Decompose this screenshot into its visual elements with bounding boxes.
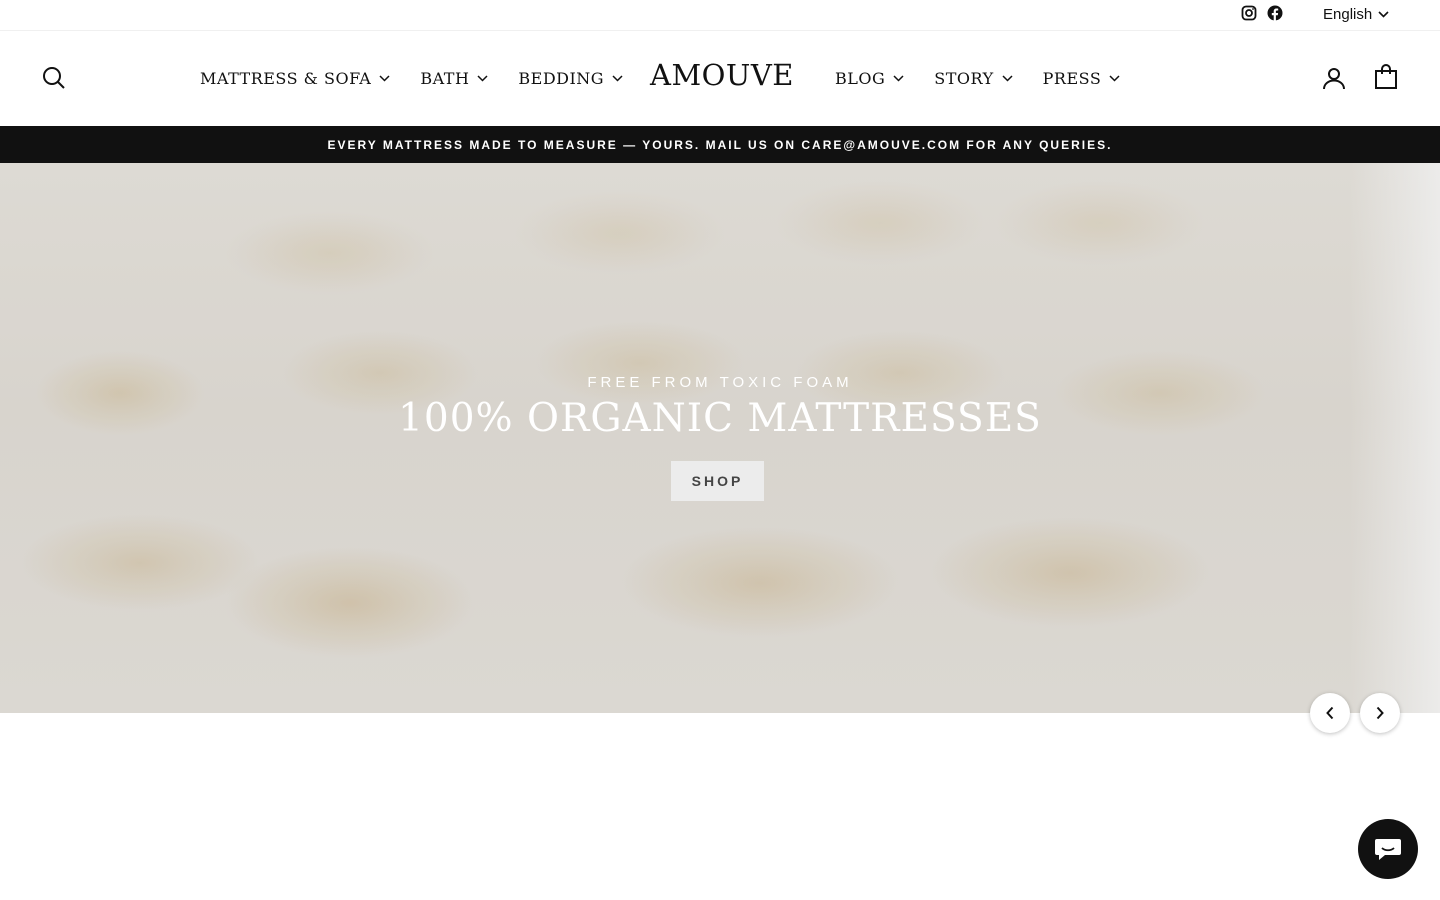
chevron-left-icon xyxy=(1326,706,1334,720)
announcement-text: EVERY MATTRESS MADE TO MEASURE — YOURS. … xyxy=(327,137,1113,152)
site-header: MATTRESS & SOFA BATH BEDDING AMOUVE BLOG… xyxy=(0,31,1440,126)
nav-right: BLOG STORY PRESS xyxy=(835,69,1150,88)
nav-item-label: BATH xyxy=(420,69,470,88)
language-selector[interactable]: English xyxy=(1323,6,1389,23)
announcement-bar: EVERY MATTRESS MADE TO MEASURE — YOURS. … xyxy=(0,126,1440,163)
chevron-down-icon xyxy=(893,75,904,82)
nav-item-label: PRESS xyxy=(1042,69,1102,88)
carousel-prev-button[interactable] xyxy=(1310,693,1350,733)
nav-item-label: BLOG xyxy=(835,69,886,88)
chevron-down-icon xyxy=(612,75,623,82)
nav-item-press[interactable]: PRESS xyxy=(1043,69,1121,88)
cart-icon[interactable] xyxy=(1374,64,1398,90)
account-icon[interactable] xyxy=(1322,66,1346,90)
chevron-down-icon xyxy=(477,75,488,82)
nav-item-label: STORY xyxy=(934,69,994,88)
nav-left: MATTRESS & SOFA BATH BEDDING xyxy=(200,69,653,88)
chat-button[interactable] xyxy=(1358,819,1418,879)
hero-subtitle: FREE FROM TOXIC FOAM xyxy=(587,374,853,391)
nav-item-mattress-sofa[interactable]: MATTRESS & SOFA xyxy=(200,69,390,88)
nav-item-bedding[interactable]: BEDDING xyxy=(518,69,623,88)
nav-item-label: BEDDING xyxy=(518,69,605,88)
site-logo[interactable]: AMOUVE xyxy=(650,58,793,92)
search-icon[interactable] xyxy=(42,66,66,90)
chevron-right-icon xyxy=(1376,706,1384,720)
instagram-icon[interactable] xyxy=(1240,4,1258,22)
nav-item-blog[interactable]: BLOG xyxy=(835,69,904,88)
nav-item-label: MATTRESS & SOFA xyxy=(200,69,372,88)
nav-item-bath[interactable]: BATH xyxy=(420,69,488,88)
chat-icon xyxy=(1375,839,1401,860)
hero-title: 100% ORGANIC MATTRESSES xyxy=(398,396,1042,441)
shop-button[interactable]: SHOP xyxy=(671,461,764,501)
chevron-down-icon xyxy=(1109,75,1120,82)
nav-item-story[interactable]: STORY xyxy=(934,69,1013,88)
facebook-icon[interactable] xyxy=(1266,4,1284,22)
carousel-next-button[interactable] xyxy=(1360,693,1400,733)
chevron-down-icon xyxy=(379,75,390,82)
language-label: English xyxy=(1323,6,1373,23)
hero-banner: FREE FROM TOXIC FOAM 100% ORGANIC MATTRE… xyxy=(0,163,1440,713)
chevron-down-icon xyxy=(1002,75,1013,82)
chevron-down-icon xyxy=(1378,11,1389,18)
utility-bar: English xyxy=(0,0,1440,31)
